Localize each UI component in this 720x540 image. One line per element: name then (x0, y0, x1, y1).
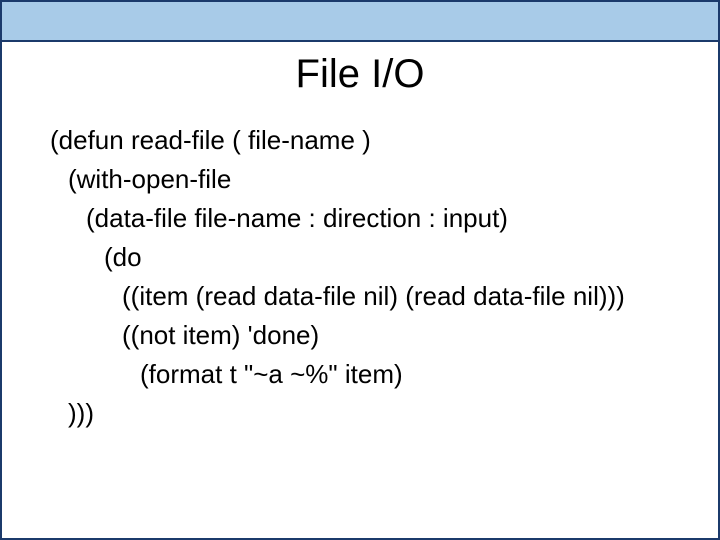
code-line-3: (data-file file-name : direction : input… (50, 199, 698, 238)
code-line-4: (do (50, 238, 698, 277)
code-line-1: (defun read-file ( file-name ) (50, 121, 698, 160)
code-line-7: (format t "~a ~%" item) (50, 355, 698, 394)
code-line-6: ((not item) 'done) (50, 316, 698, 355)
code-block: (defun read-file ( file-name ) (with-ope… (2, 121, 718, 433)
slide: File I/O (defun read-file ( file-name ) … (0, 0, 720, 540)
code-line-5: ((item (read data-file nil) (read data-f… (50, 277, 698, 316)
slide-title: File I/O (2, 52, 718, 97)
code-line-8: ))) (50, 394, 698, 433)
code-line-2: (with-open-file (50, 160, 698, 199)
top-bar (2, 2, 718, 42)
